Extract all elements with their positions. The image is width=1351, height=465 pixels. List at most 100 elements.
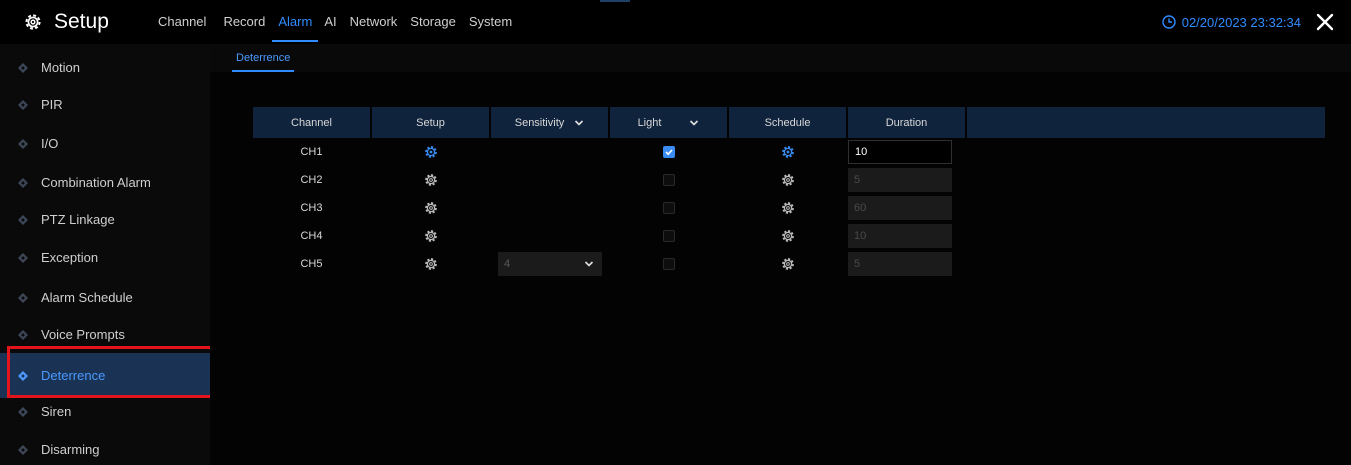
sidebar-item-motion[interactable]: Motion (0, 49, 210, 86)
sidebar-item-ptz-linkage[interactable]: PTZ Linkage (0, 201, 210, 238)
chevron-down-icon (575, 119, 584, 126)
setup-cell (372, 195, 489, 221)
duration-cell (848, 139, 965, 165)
duration-cell (848, 251, 965, 277)
channel-name: CH3 (300, 202, 323, 214)
table-row: CH4 (253, 223, 973, 249)
sidebar-item-deterrence[interactable]: Deterrence (0, 353, 210, 398)
diamond-icon (18, 406, 28, 417)
duration-input[interactable] (848, 252, 952, 276)
sidebar-item-label: Alarm Schedule (41, 290, 133, 305)
nav-system[interactable]: System (469, 0, 512, 44)
channel-name: CH1 (300, 146, 323, 158)
sidebar-item-label: Exception (41, 250, 99, 265)
light-checkbox[interactable] (662, 174, 675, 186)
table-row: CH2 (253, 167, 973, 193)
clock-icon (1162, 15, 1176, 29)
sidebar-item-pir[interactable]: PIR (0, 86, 210, 123)
diamond-icon (18, 62, 28, 73)
sidebar-item-label: PTZ Linkage (41, 212, 115, 227)
sidebar-item-exception[interactable]: Exception (0, 239, 210, 276)
column-header-label: Setup (416, 116, 445, 129)
gear-icon[interactable] (424, 229, 438, 243)
column-header-label: Channel (291, 116, 332, 129)
sensitivity-cell (491, 223, 608, 249)
sidebar-item-label: Combination Alarm (41, 175, 151, 190)
nav-record[interactable]: Record (223, 0, 265, 44)
sidebar-item-siren[interactable]: Siren (0, 393, 210, 430)
duration-input[interactable] (848, 196, 952, 220)
page-title: Setup (54, 10, 109, 33)
duration-cell (848, 167, 965, 193)
column-header-label: Light (637, 116, 662, 129)
light-checkbox[interactable] (662, 202, 675, 214)
sidebar-item-label: PIR (41, 97, 63, 112)
gear-icon[interactable] (424, 173, 438, 187)
column-header-sensitivity[interactable]: Sensitivity (491, 107, 608, 138)
gear-icon[interactable] (424, 201, 438, 215)
light-checkbox[interactable] (662, 230, 675, 242)
column-header-spacer (967, 107, 1325, 138)
duration-cell (848, 195, 965, 221)
sidebar-item-combination-alarm[interactable]: Combination Alarm (0, 164, 210, 201)
light-checkbox[interactable] (662, 146, 675, 158)
channel-name: CH4 (300, 230, 323, 242)
diamond-icon (18, 370, 28, 381)
column-header-channel: Channel (253, 107, 370, 138)
duration-input[interactable] (848, 168, 952, 192)
gear-icon (25, 14, 41, 30)
sensitivity-value: 4 (504, 258, 511, 270)
nav-ai[interactable]: AI (324, 0, 336, 44)
sidebar-item-disarming[interactable]: Disarming (0, 431, 210, 465)
diamond-icon (18, 99, 28, 110)
light-cell (610, 195, 727, 221)
light-checkbox[interactable] (662, 258, 675, 270)
nav-indicator-strip (600, 0, 630, 2)
sensitivity-select[interactable]: 4 (498, 252, 602, 276)
gear-icon[interactable] (424, 257, 438, 271)
sidebar-item-alarm-schedule[interactable]: Alarm Schedule (0, 279, 210, 316)
chevron-down-icon (690, 119, 699, 126)
top-bar: Setup Channel Record Alarm AI Network St… (0, 0, 1351, 44)
light-cell (610, 167, 727, 193)
close-icon[interactable] (1313, 10, 1337, 34)
sidebar-item-voice-prompts[interactable]: Voice Prompts (0, 316, 210, 353)
diamond-icon (18, 214, 28, 225)
sensitivity-cell (491, 195, 608, 221)
diamond-icon (18, 444, 28, 455)
column-header-light[interactable]: Light (610, 107, 727, 138)
gear-icon[interactable] (781, 229, 795, 243)
gear-icon[interactable] (781, 145, 795, 159)
sidebar-item-label: Motion (41, 60, 81, 75)
nav-storage[interactable]: Storage (410, 0, 456, 44)
diamond-icon (18, 177, 28, 188)
tab-deterrence[interactable]: Deterrence (232, 44, 295, 72)
gear-icon[interactable] (781, 201, 795, 215)
table-row: CH3 (253, 195, 973, 221)
table-header: Channel Setup Sensitivity Light Schedule… (253, 107, 1325, 138)
nav-network[interactable]: Network (350, 0, 398, 44)
gear-icon[interactable] (424, 145, 438, 159)
gear-icon[interactable] (781, 257, 795, 271)
schedule-cell (729, 195, 846, 221)
sensitivity-cell (491, 139, 608, 165)
sidebar-item-io[interactable]: I/O (0, 125, 210, 162)
table-row: CH5 4 (253, 251, 973, 277)
diamond-icon (18, 138, 28, 149)
nav-channel[interactable]: Channel (158, 0, 206, 44)
nav-alarm[interactable]: Alarm (272, 0, 319, 44)
main-panel: Deterrence Channel Setup Sensitivity Lig… (210, 44, 1351, 465)
channel-name: CH5 (300, 258, 323, 270)
sidebar-item-label: Deterrence (41, 368, 106, 383)
column-header-label: Duration (885, 116, 928, 129)
sensitivity-cell (491, 167, 608, 193)
check-icon (664, 149, 673, 156)
duration-input[interactable] (848, 140, 952, 164)
top-nav: Channel Record Alarm AI Network Storage … (158, 0, 512, 44)
column-header-label: Schedule (764, 116, 811, 129)
setup-cell (372, 139, 489, 165)
light-cell (610, 223, 727, 249)
diamond-icon (18, 329, 28, 340)
duration-input[interactable] (848, 224, 952, 248)
gear-icon[interactable] (781, 173, 795, 187)
